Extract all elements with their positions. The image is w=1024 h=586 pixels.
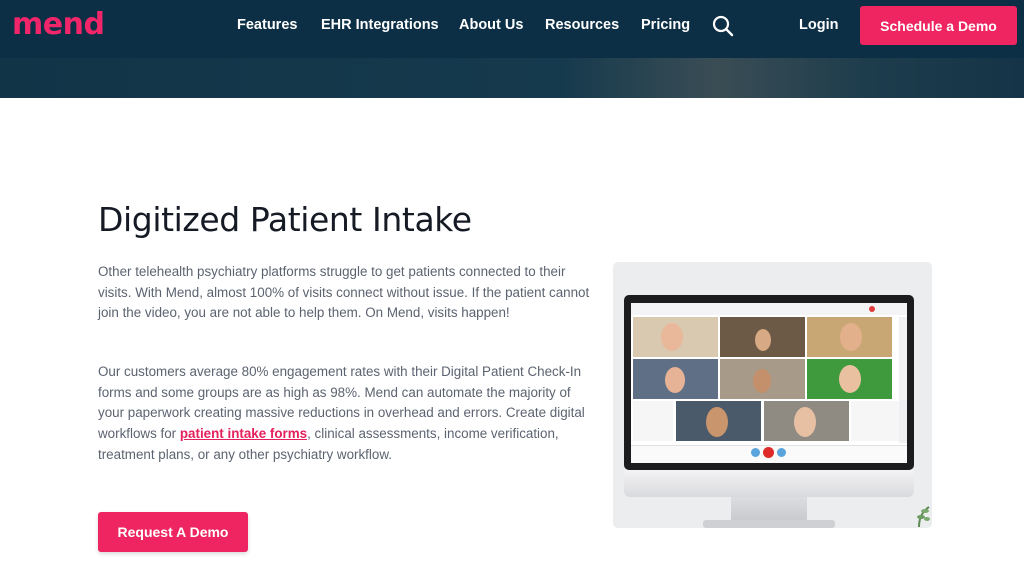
intro-paragraph: Other telehealth psychiatry platforms st… bbox=[98, 264, 590, 321]
nav-ehr-integrations[interactable]: EHR Integrations bbox=[321, 17, 439, 33]
nav-resources[interactable]: Resources bbox=[545, 17, 619, 33]
engagement-paragraph: Our customers average 80% engagement rat… bbox=[98, 362, 593, 466]
nav-features[interactable]: Features bbox=[237, 17, 297, 33]
nav-about-us[interactable]: About Us bbox=[459, 17, 523, 33]
side-panel bbox=[899, 317, 907, 443]
mic-icon bbox=[751, 448, 760, 457]
participant-face bbox=[755, 329, 771, 351]
hero-image-strip bbox=[0, 58, 1024, 98]
section-title: Digitized Patient Intake bbox=[98, 200, 472, 239]
schedule-demo-button[interactable]: Schedule a Demo bbox=[860, 6, 1017, 45]
video-tile bbox=[807, 317, 892, 357]
nav-pricing[interactable]: Pricing bbox=[641, 17, 690, 33]
monitor-frame bbox=[624, 295, 914, 470]
video-tile bbox=[720, 359, 805, 399]
mend-logo[interactable]: mend bbox=[12, 7, 105, 42]
login-link[interactable]: Login bbox=[799, 17, 838, 33]
monitor-chin bbox=[624, 470, 914, 497]
request-demo-button[interactable]: Request A Demo bbox=[98, 512, 248, 552]
participant-face bbox=[665, 367, 685, 393]
monitor-screen bbox=[631, 303, 907, 463]
video-tile bbox=[633, 359, 718, 399]
participant-face bbox=[753, 369, 771, 393]
search-icon[interactable] bbox=[711, 14, 735, 38]
app-toolbar bbox=[631, 303, 907, 315]
video-tile bbox=[676, 401, 761, 441]
monitor-base bbox=[703, 520, 835, 528]
video-tile bbox=[720, 317, 805, 357]
end-call-icon bbox=[763, 447, 774, 458]
video-tile bbox=[633, 401, 673, 441]
video-tile bbox=[851, 401, 901, 441]
participant-face bbox=[840, 323, 862, 351]
participant-face bbox=[661, 323, 683, 351]
video-tile bbox=[807, 359, 892, 399]
video-call-monitor-image bbox=[613, 262, 932, 528]
video-tile bbox=[764, 401, 849, 441]
record-indicator bbox=[869, 306, 875, 312]
camera-icon bbox=[777, 448, 786, 457]
video-tile bbox=[633, 317, 718, 357]
participant-face bbox=[706, 407, 728, 437]
participant-face bbox=[839, 365, 861, 393]
top-nav: mend Features EHR Integrations About Us … bbox=[0, 0, 1024, 58]
monitor-stand bbox=[731, 497, 807, 521]
participant-face bbox=[794, 407, 816, 437]
plant-icon bbox=[917, 506, 930, 527]
patient-intake-forms-link[interactable]: patient intake forms bbox=[180, 426, 307, 441]
